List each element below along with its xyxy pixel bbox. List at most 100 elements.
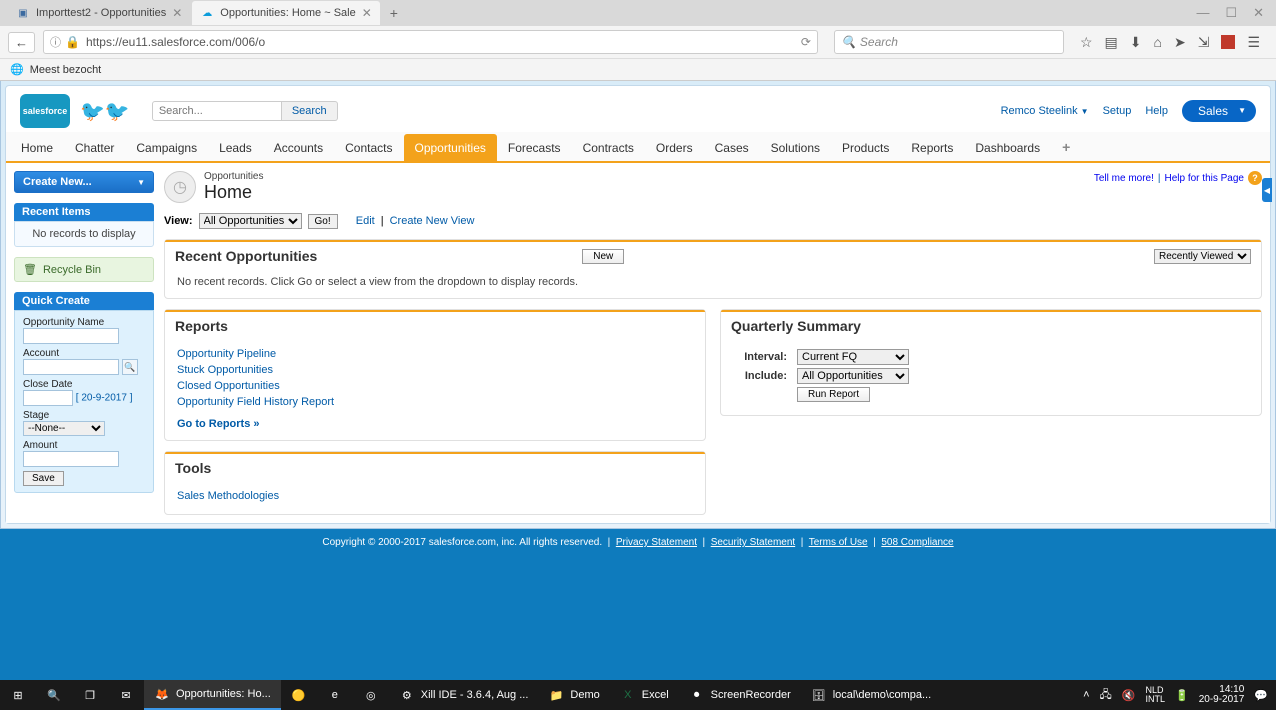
run-report-button[interactable]: Run Report	[797, 387, 870, 402]
interval-select[interactable]: Current FQ	[797, 349, 909, 365]
create-new-button[interactable]: Create New... ▼	[14, 171, 154, 193]
tray-network-icon[interactable]: 🖧	[1100, 686, 1112, 705]
downloads-icon[interactable]: ⬇	[1130, 34, 1142, 51]
tell-me-more-link[interactable]: Tell me more!	[1094, 173, 1154, 184]
send-icon[interactable]: ➤	[1174, 34, 1186, 51]
app-switcher[interactable]: Sales	[1182, 100, 1256, 122]
url-field-wrap[interactable]: ⓘ 🔒 https://eu11.salesforce.com/006/o ⟳	[43, 30, 818, 54]
tab-forecasts[interactable]: Forecasts	[497, 134, 572, 161]
taskbar-obs[interactable]: ◎	[353, 680, 389, 710]
salesforce-logo[interactable]: salesforce	[20, 94, 70, 128]
report-link-pipeline[interactable]: Opportunity Pipeline	[177, 346, 693, 362]
recent-opps-filter-select[interactable]: Recently Viewed	[1154, 249, 1251, 264]
footer-link-508[interactable]: 508 Compliance	[881, 537, 953, 548]
help-link[interactable]: Help	[1145, 105, 1168, 117]
new-opportunity-button[interactable]: New	[582, 249, 624, 264]
taskbar-firefox[interactable]: 🦊Opportunities: Ho...	[144, 680, 281, 710]
home-icon[interactable]: ⌂	[1154, 34, 1162, 50]
tab-accounts[interactable]: Accounts	[263, 134, 334, 161]
lookup-icon[interactable]: 🔍	[122, 359, 138, 375]
go-to-reports-link[interactable]: Go to Reports »	[177, 416, 260, 432]
browser-chrome: ▣ Importtest2 - Opportunities ✕ ☁ Opport…	[0, 0, 1276, 81]
global-search-input[interactable]	[152, 101, 282, 121]
taskbar-outlook[interactable]: ✉	[108, 680, 144, 710]
back-button[interactable]: ←	[8, 32, 35, 53]
tray-clock[interactable]: 14:10 20-9-2017	[1199, 685, 1245, 705]
tab-close-1-icon[interactable]: ✕	[362, 6, 372, 20]
qc-save-button[interactable]: Save	[23, 471, 64, 486]
qc-oppname-input[interactable]	[23, 328, 119, 344]
tab-solutions[interactable]: Solutions	[760, 134, 831, 161]
view-select[interactable]: All Opportunities	[199, 213, 302, 229]
share-icon[interactable]: ⇲	[1198, 34, 1210, 51]
browser-tab-1[interactable]: ☁ Opportunities: Home ~ Sale ✕	[192, 1, 380, 25]
action-center-icon[interactable]: 💬	[1254, 689, 1268, 702]
tab-reports[interactable]: Reports	[900, 134, 964, 161]
user-menu[interactable]: Remco Steelink ▼	[1001, 105, 1089, 117]
taskbar-db[interactable]: 🗄local\demo\compa...	[801, 680, 941, 710]
bookmark-star-icon[interactable]: ☆	[1080, 34, 1093, 51]
tab-close-0-icon[interactable]: ✕	[172, 6, 182, 20]
help-page-link[interactable]: Help for this Page	[1165, 173, 1245, 184]
tray-battery-icon[interactable]: 🔋	[1175, 689, 1189, 702]
task-view[interactable]: ❐	[72, 680, 108, 710]
global-search-button[interactable]: Search	[282, 101, 338, 121]
report-link-history[interactable]: Opportunity Field History Report	[177, 394, 693, 410]
clipboard-icon[interactable]: ▤	[1105, 34, 1118, 51]
report-link-stuck[interactable]: Stuck Opportunities	[177, 362, 693, 378]
help-icon[interactable]: ?	[1248, 171, 1262, 185]
taskbar-edge[interactable]: e	[317, 680, 353, 710]
taskbar-explorer[interactable]: 📁Demo	[538, 680, 609, 710]
tray-lang[interactable]: NLD INTL	[1145, 686, 1165, 704]
setup-link[interactable]: Setup	[1103, 105, 1132, 117]
footer-link-privacy[interactable]: Privacy Statement	[616, 537, 697, 548]
create-view-link[interactable]: Create New View	[390, 215, 475, 227]
tab-contracts[interactable]: Contracts	[572, 134, 645, 161]
taskbar-search[interactable]: 🔍	[36, 680, 72, 710]
go-button[interactable]: Go!	[308, 214, 338, 229]
start-button[interactable]: ⊞	[0, 680, 36, 710]
tab-products[interactable]: Products	[831, 134, 900, 161]
taskbar-xill[interactable]: ⚙Xill IDE - 3.6.4, Aug ...	[389, 680, 539, 710]
qc-amount-input[interactable]	[23, 451, 119, 467]
qc-closedate-input[interactable]	[23, 390, 73, 406]
footer-link-terms[interactable]: Terms of Use	[809, 537, 868, 548]
tab-chatter[interactable]: Chatter	[64, 134, 125, 161]
tray-volume-icon[interactable]: 🔇	[1122, 689, 1136, 702]
window-maximize-icon[interactable]: ☐	[1225, 5, 1237, 21]
qc-stage-select[interactable]: --None--	[23, 421, 105, 436]
tray-chevron-icon[interactable]: ˄	[1083, 689, 1089, 701]
tab-contacts[interactable]: Contacts	[334, 134, 403, 161]
window-close-icon[interactable]: ✕	[1253, 5, 1264, 21]
tool-link-methodologies[interactable]: Sales Methodologies	[177, 488, 693, 504]
taskbar-excel[interactable]: XExcel	[610, 680, 679, 710]
tab-campaigns[interactable]: Campaigns	[125, 134, 208, 161]
report-link-closed[interactable]: Closed Opportunities	[177, 378, 693, 394]
tab-cases[interactable]: Cases	[704, 134, 760, 161]
tab-home[interactable]: Home	[10, 134, 64, 161]
bookmark-item[interactable]: Meest bezocht	[30, 64, 102, 76]
qc-account-input[interactable]	[23, 359, 119, 375]
new-tab-button[interactable]: +	[382, 3, 406, 23]
tab-add-icon[interactable]: +	[1051, 132, 1081, 161]
tab-dashboards[interactable]: Dashboards	[964, 134, 1051, 161]
window-minimize-icon[interactable]: —	[1196, 5, 1209, 21]
refresh-icon[interactable]: ⟳	[801, 35, 811, 49]
edit-view-link[interactable]: Edit	[356, 215, 375, 227]
globe-icon: 🌐	[10, 63, 24, 76]
url-text[interactable]: https://eu11.salesforce.com/006/o	[86, 35, 795, 49]
browser-search-field[interactable]: 🔍 Search	[834, 30, 1064, 54]
browser-tab-0[interactable]: ▣ Importtest2 - Opportunities ✕	[8, 1, 190, 25]
hamburger-icon[interactable]: ☰	[1247, 34, 1260, 51]
recycle-bin-link[interactable]: 🗑 Recycle Bin	[14, 257, 154, 282]
tab-orders[interactable]: Orders	[645, 134, 704, 161]
include-select[interactable]: All Opportunities	[797, 368, 909, 384]
footer-link-security[interactable]: Security Statement	[711, 537, 795, 548]
qc-closedate-today-link[interactable]: [ 20-9-2017 ]	[76, 393, 133, 404]
tab-opportunities[interactable]: Opportunities	[404, 134, 497, 161]
taskbar-screenrecorder[interactable]: ⏺ScreenRecorder	[679, 680, 801, 710]
taskbar-chrome[interactable]: 🟡	[281, 680, 317, 710]
collapse-sidebar-icon[interactable]: ◀	[1262, 178, 1272, 202]
tab-leads[interactable]: Leads	[208, 134, 263, 161]
addon-icon[interactable]	[1221, 35, 1235, 49]
